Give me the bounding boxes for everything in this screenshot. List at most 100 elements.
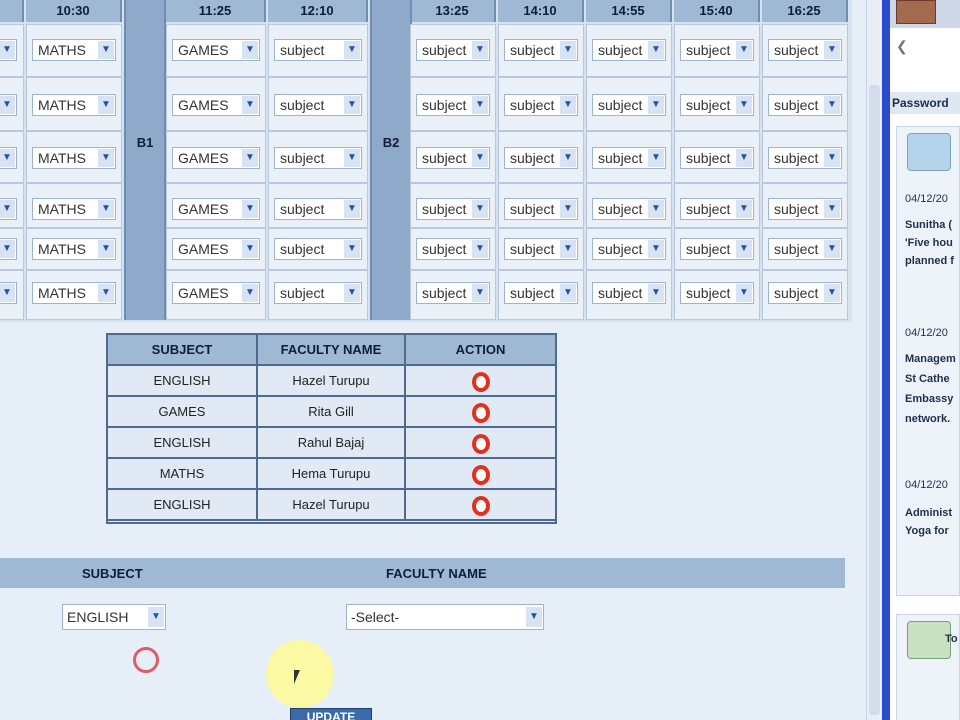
period-select[interactable]: subject ▼ bbox=[768, 147, 842, 169]
period-select[interactable]: GAMES ▼ bbox=[172, 282, 260, 304]
period-select[interactable]: subject ▼ bbox=[680, 238, 754, 260]
news-line[interactable]: 'Five hou bbox=[905, 237, 953, 249]
period-select[interactable]: MATHS ▼ bbox=[32, 94, 116, 116]
scrollbar-thumb[interactable] bbox=[869, 85, 880, 715]
period-select[interactable]: subject ▼ bbox=[768, 94, 842, 116]
period-select[interactable]: subject ▼ bbox=[416, 94, 490, 116]
period-select[interactable]: subject ▼ bbox=[592, 147, 666, 169]
period-select[interactable]: subject ▼ bbox=[416, 147, 490, 169]
period-select[interactable]: GAMES ▼ bbox=[172, 147, 260, 169]
period-select[interactable]: GAMES ▼ bbox=[172, 94, 260, 116]
period-select[interactable]: subject ▼ bbox=[274, 39, 362, 61]
timetable-cell: subject ▼ bbox=[586, 228, 672, 270]
period-select[interactable]: MATHS ▼ bbox=[32, 39, 116, 61]
delete-icon[interactable] bbox=[471, 402, 490, 423]
period-select[interactable]: MATHS ▼ bbox=[32, 147, 116, 169]
delete-icon[interactable] bbox=[471, 371, 490, 392]
period-select[interactable]: subject ▼ bbox=[274, 94, 362, 116]
period-select[interactable]: subject ▼ bbox=[416, 282, 490, 304]
period-select[interactable]: GAMES ▼ bbox=[172, 39, 260, 61]
period-select[interactable]: subject ▼ bbox=[768, 198, 842, 220]
period-select[interactable]: MATHS ▼ bbox=[32, 238, 116, 260]
news-line[interactable]: network. bbox=[905, 413, 950, 425]
delete-icon[interactable] bbox=[471, 495, 490, 516]
timetable-cell: subject ▼ bbox=[762, 182, 848, 228]
period-select[interactable]: ▼ bbox=[0, 198, 17, 220]
break-column: B1 bbox=[124, 0, 166, 320]
delete-icon[interactable] bbox=[471, 433, 490, 454]
vertical-scrollbar[interactable] bbox=[866, 0, 882, 720]
column-header: SUBJECT bbox=[108, 335, 258, 364]
news-line[interactable]: Managem bbox=[905, 353, 956, 365]
timetable-cell: subject ▼ bbox=[268, 130, 368, 183]
news-line[interactable]: Administ bbox=[905, 507, 952, 519]
period-select[interactable]: subject ▼ bbox=[768, 39, 842, 61]
chevron-down-icon: ▼ bbox=[344, 96, 360, 114]
delete-icon[interactable] bbox=[471, 464, 490, 485]
period-select[interactable]: ▼ bbox=[0, 282, 17, 304]
period-select[interactable]: subject ▼ bbox=[274, 147, 362, 169]
chevron-down-icon: ▼ bbox=[98, 149, 114, 167]
news-line[interactable]: St Cathe bbox=[905, 373, 950, 385]
chevron-down-icon: ▼ bbox=[344, 240, 360, 258]
period-select[interactable]: subject ▼ bbox=[274, 198, 362, 220]
chevron-down-icon: ▼ bbox=[242, 149, 258, 167]
news-date: 04/12/20 bbox=[905, 327, 948, 339]
news-line[interactable]: Embassy bbox=[905, 393, 953, 405]
faculty-select[interactable]: -Select- ▼ bbox=[346, 604, 544, 630]
period-select[interactable]: ▼ bbox=[0, 39, 17, 61]
period-select[interactable]: subject ▼ bbox=[504, 147, 578, 169]
period-select[interactable]: subject ▼ bbox=[504, 282, 578, 304]
column-header: FACULTY NAME bbox=[258, 335, 406, 364]
period-select[interactable]: ▼ bbox=[0, 147, 17, 169]
period-select[interactable]: subject ▼ bbox=[680, 282, 754, 304]
period-select[interactable]: subject ▼ bbox=[592, 94, 666, 116]
period-select[interactable]: GAMES ▼ bbox=[172, 238, 260, 260]
time-header: 14:55 bbox=[586, 0, 672, 22]
news-line[interactable]: planned f bbox=[905, 255, 954, 267]
chevron-down-icon: ▼ bbox=[824, 284, 840, 302]
period-select[interactable]: ▼ bbox=[0, 94, 17, 116]
period-select[interactable]: subject ▼ bbox=[680, 147, 754, 169]
period-select[interactable]: GAMES ▼ bbox=[172, 198, 260, 220]
period-select[interactable]: subject ▼ bbox=[504, 198, 578, 220]
back-arrow-icon[interactable]: ❮ bbox=[896, 38, 908, 55]
subject-select[interactable]: ENGLISH ▼ bbox=[62, 604, 166, 630]
annotation-circle bbox=[133, 647, 159, 673]
timetable-cell: subject ▼ bbox=[268, 270, 368, 320]
period-select[interactable]: subject ▼ bbox=[504, 94, 578, 116]
period-select[interactable]: subject ▼ bbox=[416, 198, 490, 220]
timetable-cell: subject ▼ bbox=[410, 24, 496, 77]
period-select[interactable]: ▼ bbox=[0, 238, 17, 260]
period-select[interactable]: subject ▼ bbox=[274, 238, 362, 260]
period-select[interactable]: subject ▼ bbox=[592, 39, 666, 61]
update-button[interactable]: UPDATE bbox=[290, 708, 372, 720]
period-select[interactable]: subject ▼ bbox=[416, 39, 490, 61]
chevron-down-icon: ▼ bbox=[98, 284, 114, 302]
period-select[interactable]: subject ▼ bbox=[592, 198, 666, 220]
timetable-cell: MATHS ▼ bbox=[26, 76, 122, 131]
chevron-down-icon: ▼ bbox=[0, 41, 15, 59]
period-select[interactable]: subject ▼ bbox=[592, 238, 666, 260]
period-select[interactable]: subject ▼ bbox=[504, 238, 578, 260]
chevron-down-icon: ▼ bbox=[472, 96, 488, 114]
period-select[interactable]: MATHS ▼ bbox=[32, 198, 116, 220]
period-select[interactable]: subject ▼ bbox=[592, 282, 666, 304]
table-cell: Hazel Turupu bbox=[258, 490, 406, 519]
chevron-down-icon: ▼ bbox=[824, 96, 840, 114]
news-author[interactable]: Sunitha ( bbox=[905, 219, 952, 231]
period-select[interactable]: subject ▼ bbox=[768, 282, 842, 304]
period-select[interactable]: subject ▼ bbox=[274, 282, 362, 304]
period-select[interactable]: subject ▼ bbox=[768, 238, 842, 260]
timetable-cell: MATHS ▼ bbox=[26, 182, 122, 228]
chevron-down-icon: ▼ bbox=[98, 41, 114, 59]
timetable-cell: subject ▼ bbox=[586, 270, 672, 320]
period-select[interactable]: subject ▼ bbox=[416, 238, 490, 260]
news-line[interactable]: Yoga for bbox=[905, 525, 949, 537]
period-select[interactable]: subject ▼ bbox=[504, 39, 578, 61]
period-select[interactable]: subject ▼ bbox=[680, 94, 754, 116]
chevron-down-icon: ▼ bbox=[98, 96, 114, 114]
period-select[interactable]: subject ▼ bbox=[680, 39, 754, 61]
period-select[interactable]: subject ▼ bbox=[680, 198, 754, 220]
period-select[interactable]: MATHS ▼ bbox=[32, 282, 116, 304]
